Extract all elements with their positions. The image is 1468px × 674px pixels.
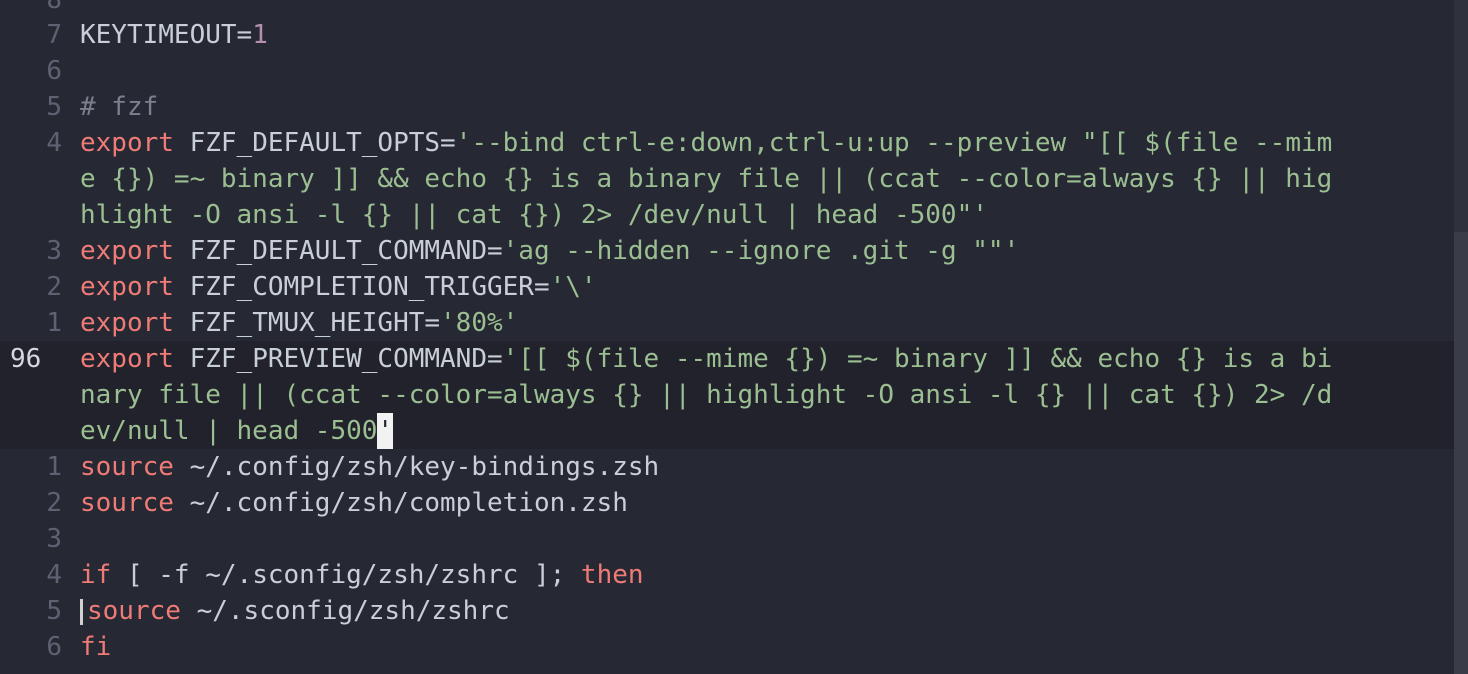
code-line[interactable]: 4 export FZF_DEFAULT_OPTS='--bind ctrl-e:… [0, 125, 1454, 161]
line-number: 3 [46, 524, 62, 554]
code-line[interactable]: 6 [0, 53, 1454, 89]
code-token: export [80, 236, 174, 266]
code-token: FZF_TMUX_HEIGHT= [173, 308, 441, 338]
code-line[interactable]: 4 if [ -f ~/.sconfig/zsh/zshrc ]; then [0, 557, 1454, 593]
line-number: 3 [46, 236, 62, 266]
line-content: export FZF_PREVIEW_COMMAND='[[ $(file --… [80, 341, 1332, 377]
code-token: '--bind ctrl-e:down,ctrl-u:up --preview … [455, 128, 1333, 158]
code-line[interactable]: ev/null | head -500' [0, 413, 1454, 449]
line-content: export FZF_DEFAULT_OPTS='--bind ctrl-e:d… [80, 125, 1332, 161]
line-content: nary file || (ccat --color=always {} || … [80, 377, 1332, 413]
code-token: KEYTIMEOUT= [80, 20, 253, 50]
code-line[interactable]: 5 # fzf [0, 89, 1454, 125]
code-line[interactable]: 1 source ~/.config/zsh/key-bindings.zsh [0, 449, 1454, 485]
code-token: '80%' [440, 308, 519, 338]
code-token: e {}) =~ binary ]] && echo {} is a binar… [80, 164, 1333, 194]
line-content: source ~/.sconfig/zsh/zshrc [74, 593, 510, 629]
line-number: 5 [46, 92, 62, 122]
code-token: '\' [549, 272, 597, 302]
code-token: export [80, 344, 174, 374]
line-content: if [ -f ~/.sconfig/zsh/zshrc ]; then [80, 557, 644, 593]
code-token: source [80, 488, 174, 518]
code-token: FZF_PREVIEW_COMMAND= [173, 344, 503, 374]
code-token: if [80, 560, 112, 590]
line-content: source ~/.config/zsh/completion.zsh [80, 485, 628, 521]
current-line-number: 96 [10, 344, 42, 374]
code-token: [ -f ~/.sconfig/zsh/zshrc ]; [111, 560, 581, 590]
code-token: fi [80, 632, 112, 662]
line-content: KEYTIMEOUT=1 [80, 17, 268, 53]
code-token: ~/.config/zsh/completion.zsh [173, 488, 628, 518]
line-number: 5 [46, 596, 62, 626]
line-content: source ~/.config/zsh/key-bindings.zsh [80, 449, 659, 485]
line-number: 2 [46, 488, 62, 518]
code-token: then [580, 560, 644, 590]
scrollbar-track[interactable] [1454, 0, 1468, 674]
code-editor[interactable]: 8 7 KEYTIMEOUT=1 6 5 # fzf 4 export FZF_DEFAUL… [0, 0, 1468, 674]
code-token: ~/.config/zsh/key-bindings.zsh [173, 452, 660, 482]
line-number: 1 [46, 308, 62, 338]
line-content: export FZF_DEFAULT_COMMAND='ag --hidden … [80, 233, 1019, 269]
line-number: 6 [46, 56, 62, 86]
code-line[interactable]: 1 export FZF_TMUX_HEIGHT='80%' [0, 305, 1454, 341]
indent-guide-icon [80, 598, 83, 625]
code-line[interactable]: 2 export FZF_COMPLETION_TRIGGER='\' [0, 269, 1454, 305]
code-token: export [80, 272, 174, 302]
code-token: # fzf [80, 92, 159, 122]
code-token: FZF_DEFAULT_OPTS= [173, 128, 456, 158]
line-content: # fzf [80, 89, 158, 125]
line-number: 6 [46, 632, 62, 662]
line-content: hlight -O ansi -l {} || cat {}) 2> /dev/… [80, 197, 988, 233]
code-token: nary file || (ccat --color=always {} || … [80, 380, 1333, 410]
line-content: ev/null | head -500' [80, 413, 394, 449]
line-number: 7 [46, 20, 62, 50]
code-token: FZF_COMPLETION_TRIGGER= [173, 272, 550, 302]
line-number: 1 [46, 452, 62, 482]
code-token: 1 [252, 20, 268, 50]
scrollbar-thumb[interactable] [1454, 232, 1468, 674]
line-content: export FZF_TMUX_HEIGHT='80%' [80, 305, 518, 341]
code-token: export [80, 128, 174, 158]
code-line[interactable]: 3 export FZF_DEFAULT_COMMAND='ag --hidden… [0, 233, 1454, 269]
code-token: source [87, 596, 181, 626]
code-line[interactable]: hlight -O ansi -l {} || cat {}) 2> /dev/… [0, 197, 1454, 233]
line-content: fi [80, 629, 111, 665]
code-token: export [80, 308, 174, 338]
code-line[interactable]: nary file || (ccat --color=always {} || … [0, 377, 1454, 413]
code-line[interactable]: e {}) =~ binary ]] && echo {} is a binar… [0, 161, 1454, 197]
line-number: 4 [46, 128, 62, 158]
code-token: source [80, 452, 174, 482]
code-token: FZF_DEFAULT_COMMAND= [173, 236, 503, 266]
code-line[interactable]: 2 source ~/.config/zsh/completion.zsh [0, 485, 1454, 521]
code-token: '[[ $(file --mime {}) =~ binary ]] && ec… [502, 344, 1333, 374]
line-number: 4 [46, 560, 62, 590]
code-token: hlight -O ansi -l {} || cat {}) 2> /dev/… [80, 200, 988, 230]
code-token: ev/null | head -500 [80, 416, 378, 446]
text-cursor: ' [377, 413, 394, 449]
code-line[interactable]: 7 KEYTIMEOUT=1 [0, 17, 1454, 53]
line-content: e {}) =~ binary ]] && echo {} is a binar… [80, 161, 1332, 197]
line-number: 2 [46, 272, 62, 302]
code-line[interactable]: 5 source ~/.sconfig/zsh/zshrc [0, 593, 1454, 629]
code-line[interactable]: 3 [0, 521, 1454, 557]
line-number-partial: 8 [46, 0, 62, 15]
line-content: export FZF_COMPLETION_TRIGGER='\' [80, 269, 597, 305]
code-token: ~/.sconfig/zsh/zshrc [180, 596, 510, 626]
code-token: 'ag --hidden --ignore .git -g ""' [502, 236, 1020, 266]
code-line[interactable]: 6 fi [0, 629, 1454, 665]
code-line[interactable]: 96 export FZF_PREVIEW_COMMAND='[[ $(file … [0, 341, 1454, 377]
